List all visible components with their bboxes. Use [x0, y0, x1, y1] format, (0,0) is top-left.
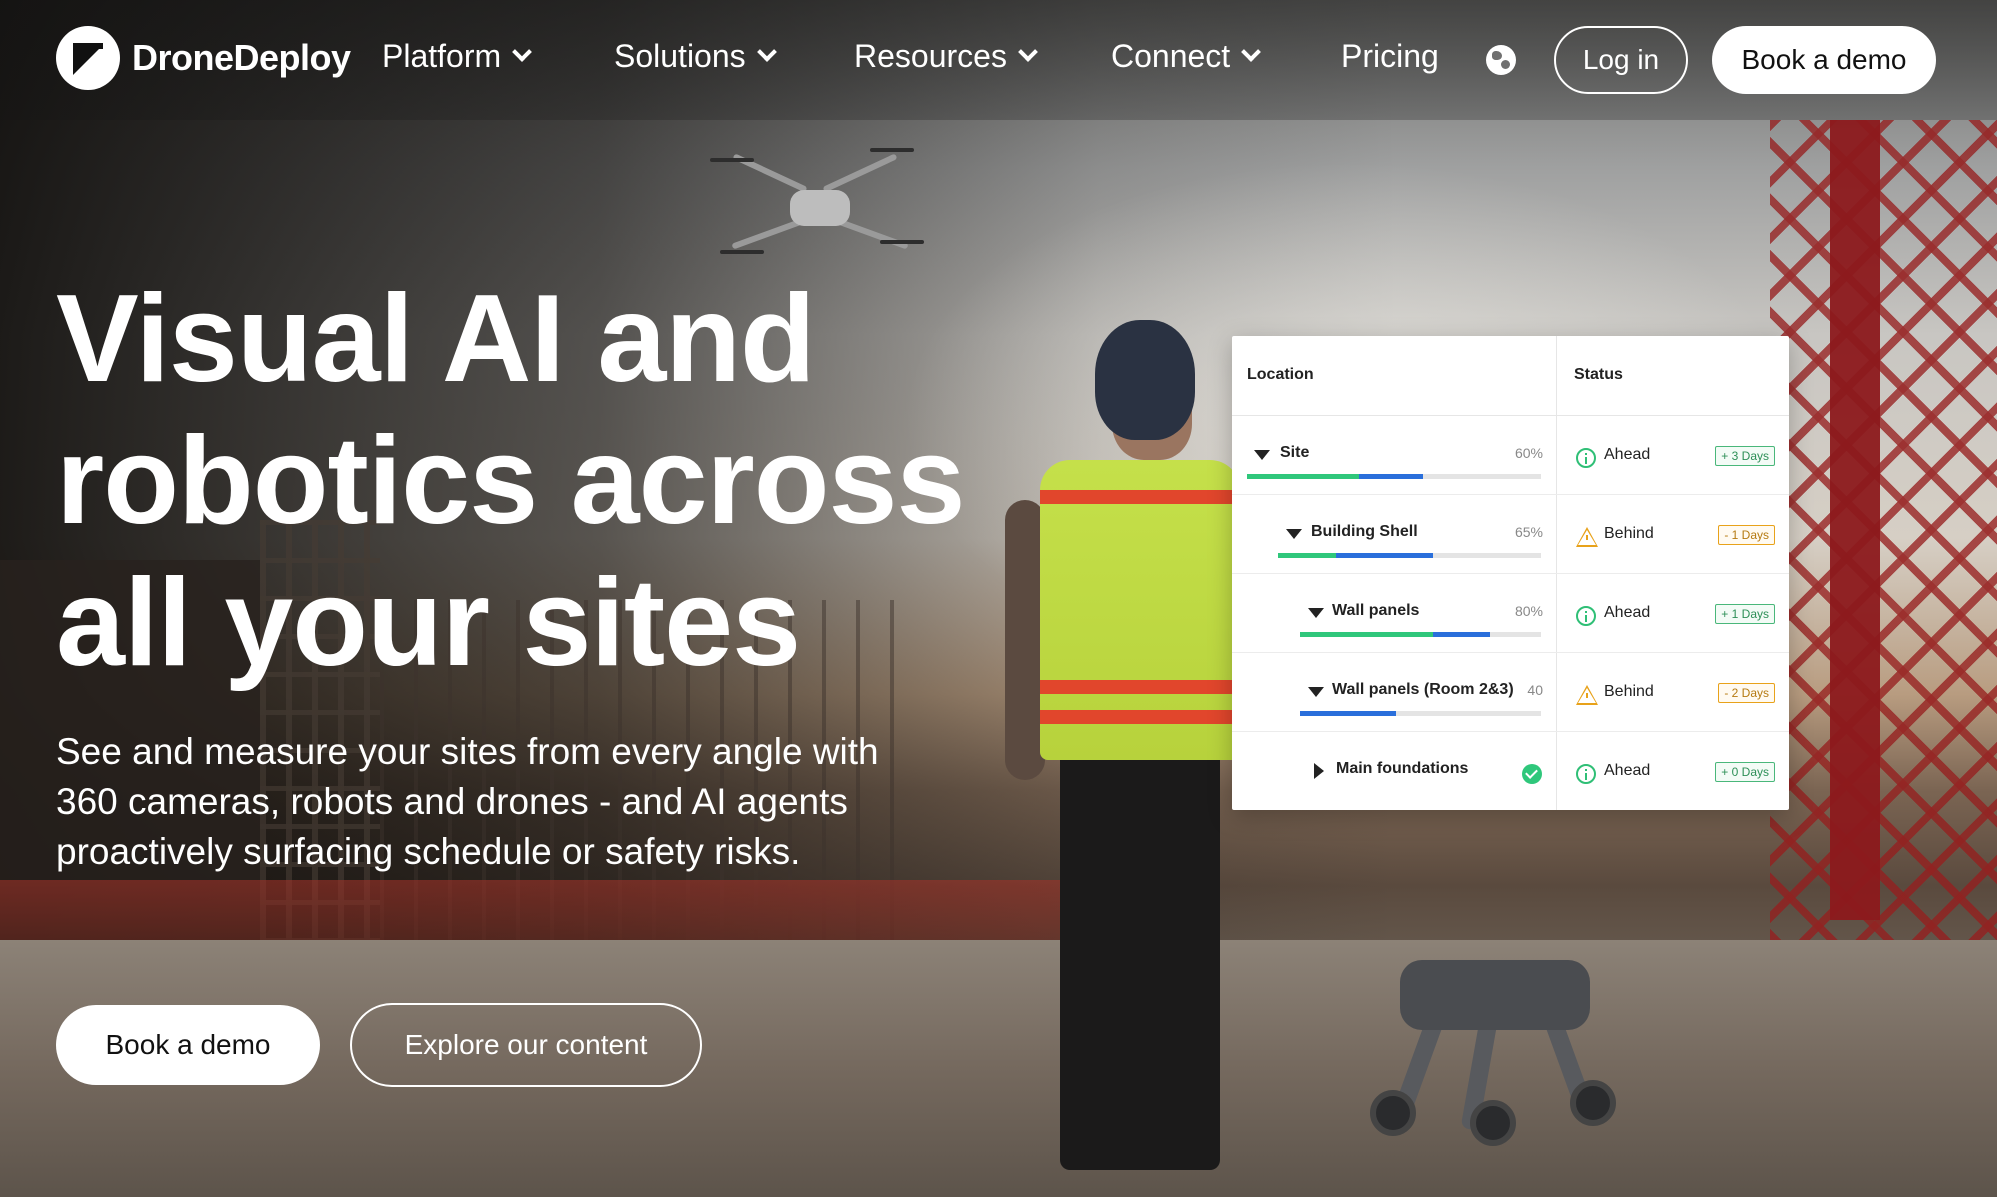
- progress-percent: 65%: [1514, 524, 1543, 540]
- progress-bar-blue: [1358, 474, 1424, 479]
- nav-item-platform[interactable]: Platform: [382, 38, 533, 75]
- progress-bar-green: [1300, 632, 1433, 637]
- chevron-down-icon: [1241, 41, 1262, 62]
- progress-bar-green: [1247, 474, 1359, 479]
- nav-label: Platform: [382, 38, 502, 74]
- location-header: Location: [1247, 366, 1314, 383]
- table-row[interactable]: Wall panels (Room 2&3) 40 Behind - 2 Day…: [1232, 653, 1789, 732]
- warning-icon: [1576, 685, 1598, 705]
- progress-bar-blue: [1432, 632, 1491, 637]
- table-row[interactable]: Wall panels 80% Ahead + 1 Days: [1232, 574, 1789, 653]
- caret-down-icon[interactable]: [1286, 529, 1302, 539]
- globe-icon[interactable]: [1486, 45, 1516, 75]
- progress-bar: [1300, 711, 1541, 716]
- table-row[interactable]: Site 60% Ahead + 3 Days: [1232, 416, 1789, 495]
- caret-down-icon[interactable]: [1254, 450, 1270, 460]
- status-label: Ahead: [1604, 762, 1651, 779]
- top-navigation: DroneDeploy Platform Solutions Resources…: [0, 0, 1997, 120]
- nav-item-solutions[interactable]: Solutions: [614, 38, 777, 75]
- progress-bar: [1300, 632, 1541, 637]
- book-demo-nav-button[interactable]: Book a demo: [1712, 26, 1936, 94]
- progress-percent: 60%: [1514, 445, 1543, 461]
- hero-heading-line: Visual AI and: [56, 270, 816, 408]
- dronedeploy-logo-icon: [56, 26, 120, 90]
- chevron-down-icon: [1018, 41, 1038, 62]
- location-name: Wall panels: [1332, 602, 1420, 619]
- hero-heading-line: robotics across: [56, 412, 965, 550]
- progress-bar: [1247, 474, 1541, 479]
- progress-percent: 40: [1527, 682, 1543, 698]
- status-label: Behind: [1604, 525, 1654, 542]
- status-label: Behind: [1604, 683, 1654, 700]
- table-header: Location Status: [1232, 336, 1789, 416]
- nav-label: Solutions: [614, 38, 746, 74]
- hero-heading-line: all your sites: [56, 554, 801, 692]
- nav-label: Resources: [854, 38, 1007, 74]
- nav-label: Pricing: [1341, 38, 1439, 74]
- brand-logo[interactable]: DroneDeploy: [56, 26, 351, 90]
- location-name: Wall panels (Room 2&3): [1332, 681, 1514, 698]
- location-name: Main foundations: [1336, 760, 1469, 777]
- status-header: Status: [1574, 366, 1623, 383]
- progress-bar-green: [1278, 553, 1336, 558]
- crane: [1770, 120, 1997, 940]
- days-badge: + 3 Days: [1715, 446, 1775, 466]
- location-name: Site: [1280, 444, 1310, 461]
- warning-icon: [1576, 527, 1598, 547]
- table-row[interactable]: Building Shell 65% Behind - 1 Days: [1232, 495, 1789, 574]
- info-icon: [1576, 448, 1596, 468]
- nav-item-resources[interactable]: Resources: [854, 38, 1038, 75]
- drone-illustration: [710, 130, 924, 260]
- progress-status-card: Location Status Site 60% Ahead + 3 Days …: [1232, 336, 1789, 810]
- hero-heading: Visual AI and robotics across all your s…: [56, 268, 976, 694]
- brand-name: DroneDeploy: [132, 37, 351, 78]
- location-name: Building Shell: [1311, 523, 1418, 540]
- days-badge: - 1 Days: [1718, 525, 1775, 545]
- chevron-down-icon: [512, 41, 533, 62]
- info-icon: [1576, 606, 1596, 626]
- crane-mast: [1830, 120, 1880, 920]
- progress-bar: [1278, 553, 1541, 558]
- caret-down-icon[interactable]: [1308, 687, 1324, 697]
- site-fence: [0, 880, 1100, 940]
- progress-bar-blue: [1300, 711, 1397, 716]
- status-label: Ahead: [1604, 446, 1651, 463]
- robot-dog: [1370, 940, 1630, 1160]
- nav-item-connect[interactable]: Connect: [1111, 38, 1262, 75]
- login-button[interactable]: Log in: [1554, 26, 1688, 94]
- table-row[interactable]: Main foundations Ahead + 0 Days: [1232, 732, 1789, 810]
- caret-right-icon[interactable]: [1314, 763, 1324, 779]
- days-badge: + 0 Days: [1715, 762, 1775, 782]
- progress-bar-blue: [1335, 553, 1434, 558]
- explore-content-button[interactable]: Explore our content: [350, 1003, 702, 1087]
- caret-down-icon[interactable]: [1308, 608, 1324, 618]
- info-icon: [1576, 764, 1596, 784]
- status-label: Ahead: [1604, 604, 1651, 621]
- chevron-down-icon: [756, 41, 777, 62]
- progress-percent: 80%: [1514, 603, 1543, 619]
- days-badge: - 2 Days: [1718, 683, 1775, 703]
- days-badge: + 1 Days: [1715, 604, 1775, 624]
- check-circle-icon: [1522, 764, 1542, 784]
- hero-subtitle: See and measure your sites from every an…: [56, 731, 879, 872]
- book-demo-hero-button[interactable]: Book a demo: [56, 1005, 320, 1085]
- nav-item-pricing[interactable]: Pricing: [1341, 38, 1439, 75]
- nav-label: Connect: [1111, 38, 1231, 74]
